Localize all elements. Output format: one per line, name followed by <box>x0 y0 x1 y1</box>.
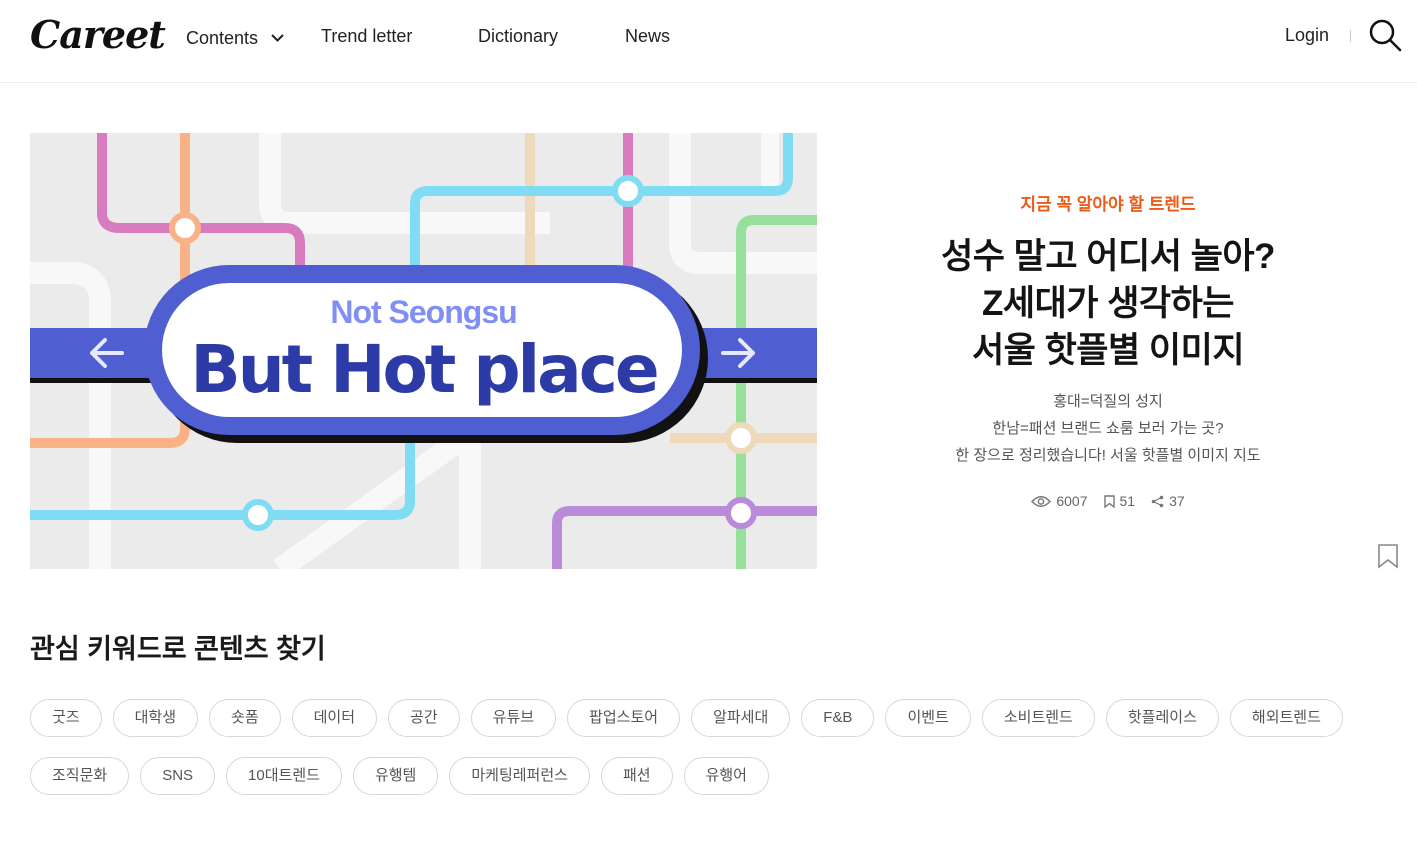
summary-line: 홍대=덕질의 성지 <box>1053 393 1163 410</box>
login-link[interactable]: Login <box>1285 25 1329 46</box>
keyword-chip[interactable]: 핫플레이스 <box>1105 699 1219 737</box>
featured-article-text[interactable]: 지금 꼭 알아야 할 트렌드 성수 말고 어디서 놀아? Z세대가 생각하는 서… <box>900 190 1316 509</box>
keyword-chips: 굿즈 대학생 숏폼 데이터 공간 유튜브 팝업스토어 알파세대 F&B 이벤트 … <box>30 699 1370 815</box>
chip-row: 굿즈 대학생 숏폼 데이터 공간 유튜브 팝업스토어 알파세대 F&B 이벤트 … <box>30 699 1370 737</box>
shares-stat: 37 <box>1151 493 1185 509</box>
views-count: 6007 <box>1056 493 1088 509</box>
article-headline[interactable]: 성수 말고 어디서 놀아? Z세대가 생각하는 서울 핫플별 이미지 <box>900 233 1316 374</box>
keyword-chip[interactable]: 유행템 <box>352 757 439 795</box>
article-kicker: 지금 꼭 알아야 할 트렌드 <box>1020 195 1196 214</box>
keyword-chip[interactable]: SNS <box>140 757 216 795</box>
bookmarks-count: 51 <box>1119 493 1136 509</box>
keyword-chip[interactable]: 이벤트 <box>885 699 971 737</box>
bookmark-icon[interactable] <box>1377 543 1399 569</box>
keyword-chip[interactable]: 마케팅레퍼런스 <box>449 757 590 795</box>
keyword-chip[interactable]: 알파세대 <box>691 699 791 737</box>
nav-news[interactable]: News <box>625 26 670 47</box>
headline-line: 서울 핫플별 이미지 <box>971 331 1245 370</box>
hero-banner-image[interactable]: Not Seongsu But Hot place <box>30 133 817 569</box>
chevron-down-icon <box>271 26 284 47</box>
views-stat: 6007 <box>1031 493 1088 509</box>
bookmark-small-icon <box>1103 494 1115 508</box>
summary-line: 한 장으로 정리했습니다! 서울 핫플별 이미지 지도 <box>955 447 1261 464</box>
keyword-chip[interactable]: 유튜브 <box>470 699 557 737</box>
keyword-chip[interactable]: 숏폼 <box>209 699 281 737</box>
banner-title: But Hot place <box>190 331 659 408</box>
site-header: Careet Contents Trend letter Dictionary … <box>0 0 1417 83</box>
summary-line: 한남=패션 브랜드 쇼룸 보러 가는 곳? <box>992 420 1224 437</box>
share-icon <box>1151 495 1164 508</box>
nav-contents[interactable]: Contents <box>186 26 284 49</box>
keyword-chip[interactable]: 팝업스토어 <box>567 699 681 737</box>
header-divider <box>1350 30 1351 42</box>
keyword-chip[interactable]: 소비트렌드 <box>981 699 1095 737</box>
nav-trend-letter[interactable]: Trend letter <box>321 26 412 47</box>
site-logo[interactable]: Careet <box>30 12 166 57</box>
keyword-section-title: 관심 키워드로 콘텐츠 찾기 <box>30 634 326 664</box>
article-summary: 홍대=덕질의 성지 한남=패션 브랜드 쇼룸 보러 가는 곳? 한 장으로 정리… <box>900 388 1316 469</box>
chip-row: 조직문화 SNS 10대트렌드 유행템 마케팅레퍼런스 패션 유행어 <box>30 757 1370 795</box>
banner-subtitle: Not Seongsu <box>330 294 517 330</box>
search-icon[interactable] <box>1368 18 1402 52</box>
eye-icon <box>1031 495 1052 508</box>
keyword-chip[interactable]: 해외트렌드 <box>1229 699 1343 737</box>
keyword-chip[interactable]: 유행어 <box>683 757 769 795</box>
shares-count: 37 <box>1169 493 1185 509</box>
nav-dictionary[interactable]: Dictionary <box>478 26 558 47</box>
headline-line: 성수 말고 어디서 놀아? <box>941 237 1275 276</box>
keyword-chip[interactable]: F&B <box>801 699 875 737</box>
article-stats: 6007 51 37 <box>900 493 1316 509</box>
keyword-chip[interactable]: 데이터 <box>291 699 378 737</box>
keyword-chip[interactable]: 패션 <box>600 757 673 795</box>
keyword-chip[interactable]: 굿즈 <box>30 699 102 737</box>
nav-contents-label: Contents <box>186 28 259 48</box>
headline-line: Z세대가 생각하는 <box>981 284 1235 323</box>
keyword-chip[interactable]: 대학생 <box>112 699 199 737</box>
keyword-chip[interactable]: 10대트렌드 <box>226 757 342 795</box>
keyword-chip[interactable]: 조직문화 <box>30 757 130 795</box>
keyword-chip[interactable]: 공간 <box>388 699 460 737</box>
bookmarks-stat: 51 <box>1103 493 1136 509</box>
